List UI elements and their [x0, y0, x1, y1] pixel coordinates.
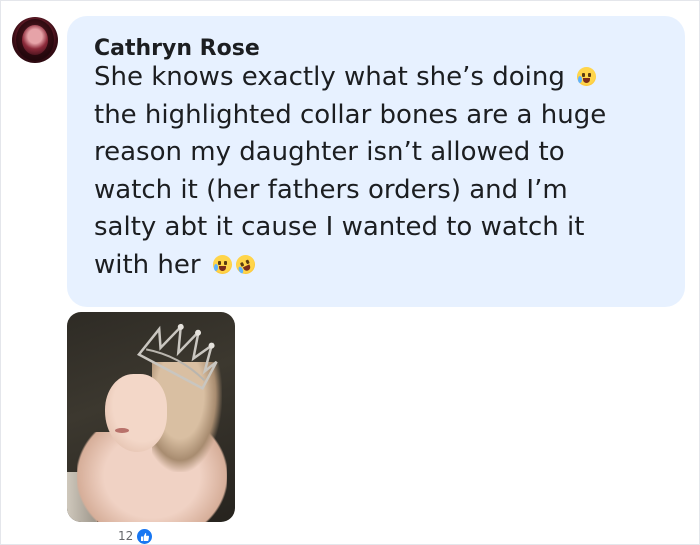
comment-line: salty abt it cause I wanted to watch it — [94, 212, 585, 242]
avatar-image — [16, 19, 54, 61]
avatar[interactable] — [12, 17, 58, 63]
comment-line: with her — [94, 247, 674, 285]
comment-line: reason my daughter isn’t allowed to — [94, 137, 565, 167]
comment-bubble: Cathryn Rose She knows exactly what she’… — [67, 16, 685, 307]
loudly-crying-face-icon — [577, 67, 597, 86]
attached-photo[interactable] — [67, 312, 235, 522]
like-icon — [136, 528, 154, 544]
comment-line: watch it (her fathers orders) and I’m — [94, 174, 568, 205]
comment-line: the highlighted collar bones are a huge — [94, 99, 607, 130]
reaction-summary[interactable]: 12 — [118, 528, 154, 544]
reaction-count: 12 — [118, 529, 134, 543]
loudly-crying-face-icon — [212, 254, 232, 274]
rolling-on-floor-laughing-icon — [232, 251, 258, 277]
comment-card: Cathryn Rose She knows exactly what she’… — [0, 0, 700, 545]
comment-line: She knows exactly what she’s doing — [94, 59, 674, 97]
comment-text: She knows exactly what she’s doing the h… — [94, 59, 674, 284]
